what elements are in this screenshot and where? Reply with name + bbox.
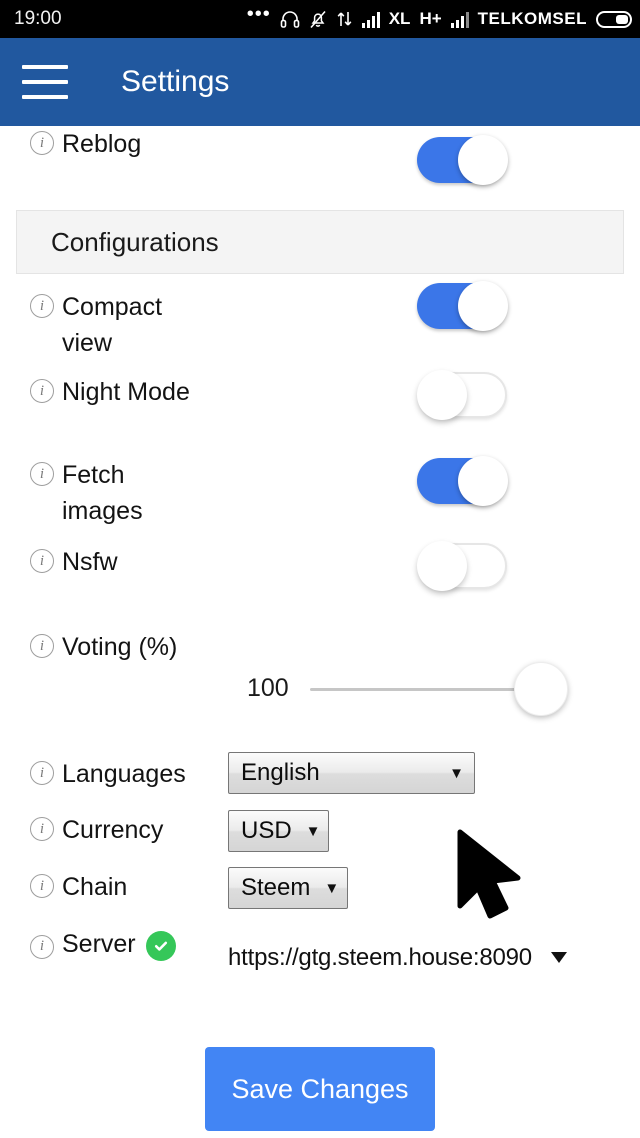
chevron-down-icon: ▼ bbox=[449, 764, 464, 782]
hamburger-line bbox=[22, 80, 68, 84]
setting-label: Reblog bbox=[62, 130, 142, 158]
info-icon[interactable]: i bbox=[30, 462, 54, 486]
setting-row-server: i Server https://gtg.steem.house:8090 bbox=[0, 926, 640, 996]
setting-row-currency: i Currency USD ▼ bbox=[0, 810, 640, 869]
toggle-night-mode[interactable] bbox=[417, 370, 507, 420]
setting-label: Nsfw bbox=[62, 548, 118, 576]
setting-label-group: i Voting (%) bbox=[30, 629, 177, 665]
currency-select-value: USD bbox=[241, 817, 292, 844]
setting-label-group: i Currency bbox=[30, 812, 163, 848]
toggle-compact-view[interactable] bbox=[417, 281, 508, 331]
server-url-value[interactable]: https://gtg.steem.house:8090 bbox=[228, 944, 532, 972]
hamburger-line bbox=[22, 95, 68, 99]
setting-label-group: i Nsfw bbox=[30, 544, 118, 580]
page-title: Settings bbox=[121, 65, 230, 98]
info-icon[interactable]: i bbox=[30, 817, 54, 841]
setting-label: Chain bbox=[62, 873, 128, 901]
more-dots-icon: ••• bbox=[246, 3, 271, 25]
setting-label-group: i Night Mode bbox=[30, 374, 190, 410]
battery-icon bbox=[596, 10, 632, 28]
setting-row-chain: i Chain Steem ▼ bbox=[0, 867, 640, 926]
info-icon[interactable]: i bbox=[30, 294, 54, 318]
voting-slider-row: 100 bbox=[0, 662, 640, 754]
data-transfer-icon bbox=[336, 10, 353, 28]
info-icon[interactable]: i bbox=[30, 761, 54, 785]
check-circle-icon bbox=[145, 930, 176, 961]
settings-list: i Reblog Configurations i Compact view i bbox=[0, 126, 640, 996]
headphones-icon bbox=[280, 10, 300, 28]
operator-label: XL bbox=[388, 9, 411, 28]
carrier-label: TELKOMSEL bbox=[477, 9, 587, 28]
status-bar: 19:00 ••• XL H+ TELKOMSEL bbox=[0, 0, 640, 38]
setting-label-group: i Chain bbox=[30, 869, 127, 905]
setting-row-nsfw: i Nsfw bbox=[0, 538, 640, 624]
setting-row-compact-view: i Compact view bbox=[0, 274, 640, 367]
hamburger-menu-icon[interactable] bbox=[22, 65, 68, 99]
setting-label: Fetch images bbox=[62, 461, 143, 525]
info-icon[interactable]: i bbox=[30, 549, 54, 573]
setting-label: Currency bbox=[62, 816, 164, 844]
status-bar-clock: 19:00 bbox=[14, 8, 62, 29]
section-title: Configurations bbox=[51, 226, 219, 257]
info-icon[interactable]: i bbox=[30, 634, 54, 658]
setting-label: Compact view bbox=[62, 293, 163, 357]
server-chevron-down-icon[interactable] bbox=[551, 952, 567, 963]
setting-label-group: i Reblog bbox=[30, 126, 141, 162]
setting-label-group: i Fetch images bbox=[30, 457, 180, 529]
hamburger-line bbox=[22, 65, 68, 69]
currency-select[interactable]: USD ▼ bbox=[228, 810, 329, 852]
setting-label-group: i Compact view bbox=[30, 289, 190, 361]
chevron-down-icon: ▼ bbox=[305, 822, 321, 840]
toggle-fetch-images[interactable] bbox=[417, 456, 508, 506]
app-bar: Settings bbox=[0, 38, 640, 126]
toggle-knob bbox=[458, 135, 508, 185]
status-bar-icons: ••• XL H+ TELKOMSEL bbox=[247, 4, 632, 29]
setting-label: Night Mode bbox=[62, 378, 190, 406]
setting-row-fetch-images: i Fetch images bbox=[0, 449, 640, 538]
setting-row-reblog: i Reblog bbox=[0, 126, 640, 210]
toggle-knob bbox=[458, 456, 508, 506]
toggle-knob bbox=[458, 281, 508, 331]
setting-label: Languages bbox=[62, 760, 186, 788]
chevron-down-icon: ▼ bbox=[324, 879, 340, 897]
languages-select-value: English bbox=[241, 759, 320, 786]
setting-label-group: i Server bbox=[30, 926, 176, 962]
info-icon[interactable]: i bbox=[30, 934, 54, 959]
info-icon[interactable]: i bbox=[30, 874, 54, 898]
network-type-label: H+ bbox=[419, 9, 442, 28]
chain-select-value: Steem bbox=[241, 874, 311, 901]
chain-select[interactable]: Steem ▼ bbox=[228, 867, 348, 909]
info-icon[interactable]: i bbox=[30, 131, 54, 155]
setting-label: Voting (%) bbox=[62, 633, 178, 661]
toggle-nsfw[interactable] bbox=[417, 541, 507, 591]
voting-slider-thumb[interactable] bbox=[514, 662, 568, 716]
setting-row-languages: i Languages English ▼ bbox=[0, 752, 640, 812]
info-icon[interactable]: i bbox=[30, 379, 54, 403]
section-header-configurations: Configurations bbox=[16, 210, 624, 274]
setting-label: Server bbox=[62, 930, 136, 958]
signal-bars-icon bbox=[361, 11, 380, 28]
setting-label-group: i Languages bbox=[30, 756, 186, 792]
toggle-reblog[interactable] bbox=[417, 135, 508, 185]
setting-row-night-mode: i Night Mode bbox=[0, 367, 640, 449]
toggle-knob bbox=[417, 541, 467, 591]
phone-screen: 19:00 ••• XL H+ TELKOMSEL Settings i Reb… bbox=[0, 0, 640, 1138]
save-changes-button[interactable]: Save Changes bbox=[205, 1047, 435, 1131]
signal-bars-secondary-icon bbox=[450, 11, 469, 28]
bell-muted-icon bbox=[309, 10, 327, 29]
voting-value: 100 bbox=[247, 674, 289, 702]
languages-select[interactable]: English ▼ bbox=[228, 752, 475, 794]
toggle-knob bbox=[417, 370, 467, 420]
